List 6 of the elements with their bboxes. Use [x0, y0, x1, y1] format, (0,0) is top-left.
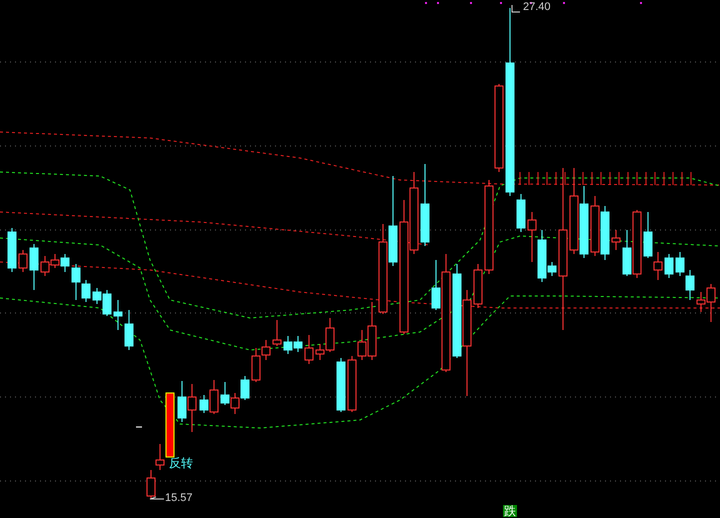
dash-mark — [136, 426, 142, 428]
highlighted-candle — [166, 392, 174, 458]
signal-label: 反转 — [169, 457, 193, 469]
high-price-label: 27.40 — [523, 2, 551, 13]
low-price-label: 15.57 — [165, 493, 193, 504]
signal-badge: 跌 — [503, 505, 517, 517]
